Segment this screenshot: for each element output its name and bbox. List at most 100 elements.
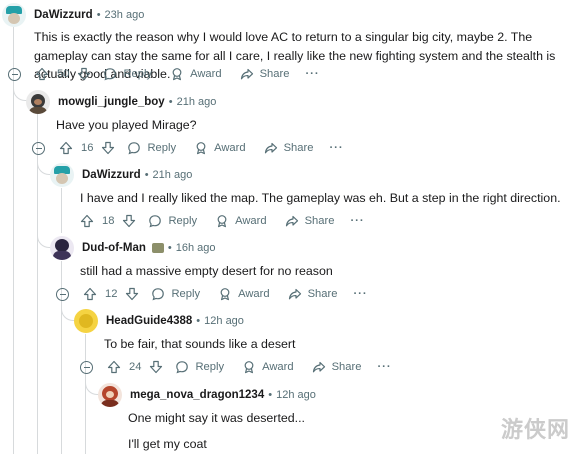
avatar[interactable] [98, 383, 122, 407]
share-label: Share [304, 215, 335, 227]
award-icon [220, 288, 230, 301]
reply-icon [128, 142, 141, 155]
comment-author[interactable]: Dud-of-Man [82, 242, 146, 254]
reply-button[interactable]: Reply [103, 67, 152, 81]
reply-button[interactable]: Reply [127, 141, 176, 155]
share-label: Share [283, 142, 314, 154]
collapse-thread-button[interactable] [8, 67, 21, 81]
reply-icon [149, 215, 162, 228]
comment-time[interactable]: 21h ago [177, 96, 217, 108]
comment-actions: 50 Reply Award Share ··· [8, 63, 320, 85]
award-icon [196, 142, 206, 155]
user-flair-icon [151, 243, 164, 253]
award-button[interactable]: Award [194, 141, 246, 155]
vote-count: 16 [81, 142, 94, 154]
comment-time[interactable]: 12h ago [276, 389, 316, 401]
meta-separator: • [196, 315, 201, 327]
reply-button[interactable]: Reply [148, 214, 197, 228]
comment-author[interactable]: DaWizzurd [82, 169, 141, 181]
upvote-icon[interactable] [80, 214, 94, 228]
vote-count: 18 [102, 215, 115, 227]
share-button[interactable]: Share [264, 141, 314, 155]
more-options-button[interactable]: ··· [350, 215, 364, 227]
comment-header: Dud-of-Man • 16h ago [50, 235, 216, 261]
share-button[interactable]: Share [285, 214, 335, 228]
comment-header: DaWizzurd • 23h ago [2, 2, 144, 28]
meta-separator: • [144, 169, 149, 181]
share-label: Share [307, 288, 338, 300]
award-button[interactable]: Award [242, 360, 294, 374]
avatar[interactable] [50, 236, 74, 260]
comment-time[interactable]: 21h ago [153, 169, 193, 181]
avatar[interactable] [50, 163, 74, 187]
collapse-thread-button[interactable] [80, 360, 93, 374]
share-button[interactable]: Share [240, 67, 290, 81]
award-button[interactable]: Award [215, 214, 267, 228]
award-icon [244, 361, 254, 374]
share-label: Share [331, 361, 362, 373]
reply-label: Reply [147, 142, 177, 154]
downvote-icon[interactable] [101, 141, 115, 155]
comment-body: To be fair, that sounds like a desert [104, 337, 296, 351]
comment-body: Have you played Mirage? [56, 118, 197, 132]
vote-count: 12 [105, 288, 118, 300]
comment-author[interactable]: DaWizzurd [34, 9, 93, 21]
share-label: Share [259, 68, 290, 80]
watermark-logo: 游侠网 [500, 417, 570, 442]
reply-label: Reply [168, 215, 198, 227]
avatar[interactable] [74, 309, 98, 333]
meta-separator: • [96, 9, 101, 21]
vote-count: 24 [129, 361, 142, 373]
comment-author[interactable]: HeadGuide4388 [106, 315, 192, 327]
more-options-button[interactable]: ··· [377, 361, 391, 373]
more-options-button[interactable]: ··· [353, 288, 367, 300]
downvote-icon[interactable] [122, 214, 136, 228]
reply-button[interactable]: Reply [151, 287, 200, 301]
reply-button[interactable]: Reply [175, 360, 224, 374]
meta-separator: • [268, 389, 273, 401]
comment-actions: 12 Reply Award Share ··· [56, 283, 368, 305]
comment-time[interactable]: 16h ago [176, 242, 216, 254]
thread-line [61, 188, 62, 233]
comment-author[interactable]: mega_nova_dragon1234 [130, 389, 264, 401]
downvote-icon[interactable] [125, 287, 139, 301]
meta-separator: • [167, 242, 172, 254]
meta-separator: • [168, 96, 173, 108]
award-icon [172, 68, 182, 81]
award-label: Award [235, 215, 267, 227]
share-icon [240, 68, 253, 80]
comment-time[interactable]: 12h ago [204, 315, 244, 327]
avatar[interactable] [26, 90, 50, 114]
reply-icon [176, 361, 189, 374]
upvote-icon[interactable] [107, 360, 121, 374]
comment-header: DaWizzurd • 21h ago [50, 162, 192, 188]
award-label: Award [190, 68, 222, 80]
share-button[interactable]: Share [312, 360, 362, 374]
award-button[interactable]: Award [170, 67, 222, 81]
award-icon [217, 215, 227, 228]
collapse-thread-button[interactable] [32, 141, 45, 155]
comment-author[interactable]: mowgli_jungle_boy [58, 96, 165, 108]
collapse-thread-button[interactable] [56, 287, 69, 301]
reply-icon [104, 68, 117, 81]
comment-actions: 24 Reply Award Share ··· [80, 356, 392, 378]
comment-header: mowgli_jungle_boy • 21h ago [26, 89, 216, 115]
avatar[interactable] [2, 3, 26, 27]
thread-line [85, 334, 86, 454]
upvote-icon[interactable] [83, 287, 97, 301]
downvote-icon[interactable] [149, 360, 163, 374]
reply-label: Reply [171, 288, 201, 300]
upvote-icon[interactable] [35, 67, 49, 81]
downvote-icon[interactable] [77, 67, 91, 81]
comment-actions: 18 Reply Award Share ··· [80, 210, 365, 232]
reply-icon [152, 288, 165, 301]
award-label: Award [238, 288, 270, 300]
upvote-icon[interactable] [59, 141, 73, 155]
more-options-button[interactable]: ··· [329, 142, 343, 154]
award-button[interactable]: Award [218, 287, 270, 301]
more-options-button[interactable]: ··· [305, 68, 319, 80]
vote-count: 50 [57, 68, 70, 80]
comment-time[interactable]: 23h ago [105, 9, 145, 21]
share-icon [264, 142, 277, 154]
share-button[interactable]: Share [288, 287, 338, 301]
